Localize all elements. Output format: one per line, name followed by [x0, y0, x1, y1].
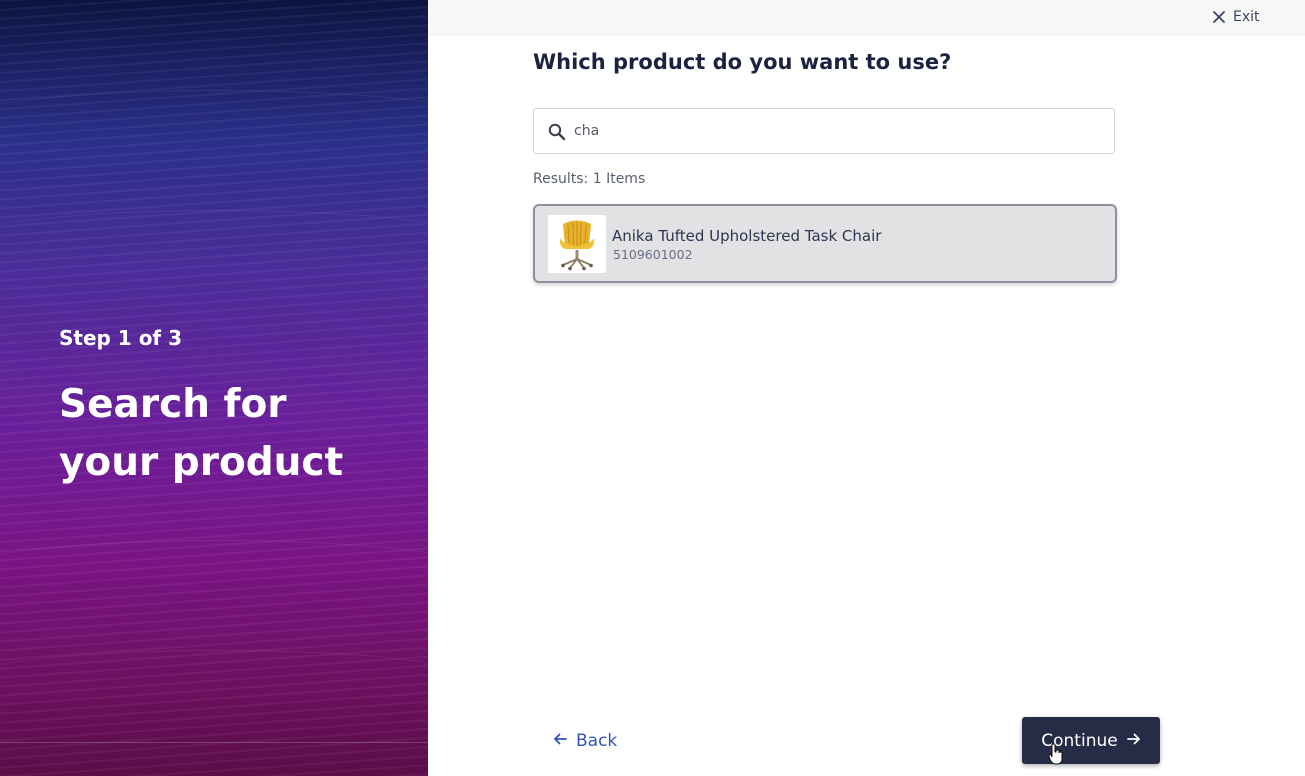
product-sku: 5109601002 [613, 247, 693, 262]
step-title: Search for your product [59, 382, 344, 485]
search-icon [548, 123, 566, 145]
results-count: Results: 1 Items [533, 171, 646, 187]
chair-icon [559, 220, 595, 271]
back-label: Back [576, 731, 618, 751]
top-bar [428, 0, 1305, 36]
app-root: Step 1 of 3 Search for your product Exit… [0, 0, 1305, 776]
exit-label: Exit [1233, 9, 1260, 25]
arrow-right-icon [1126, 731, 1141, 751]
decorative-wave [0, 540, 428, 601]
result-item-selected[interactable]: Anika Tufted Upholstered Task Chair 5109… [533, 204, 1117, 283]
decorative-wave [0, 650, 428, 711]
hand-cursor-icon [1048, 743, 1064, 769]
continue-button[interactable]: Continue [1022, 717, 1160, 764]
arrow-left-icon [553, 731, 567, 751]
left-hero-panel: Step 1 of 3 Search for your product [0, 0, 428, 776]
back-button[interactable]: Back [553, 730, 617, 752]
divider [0, 742, 428, 743]
search-field[interactable] [533, 108, 1115, 154]
decorative-wave [0, 90, 428, 151]
step-indicator: Step 1 of 3 [59, 326, 183, 350]
decorative-wave [0, 210, 428, 271]
exit-button[interactable]: Exit [1213, 8, 1260, 26]
product-name: Anika Tufted Upholstered Task Chair [612, 227, 882, 245]
close-icon [1213, 11, 1225, 23]
search-input[interactable] [574, 119, 1094, 143]
product-thumbnail [548, 215, 606, 273]
page-title: Which product do you want to use? [533, 50, 952, 74]
